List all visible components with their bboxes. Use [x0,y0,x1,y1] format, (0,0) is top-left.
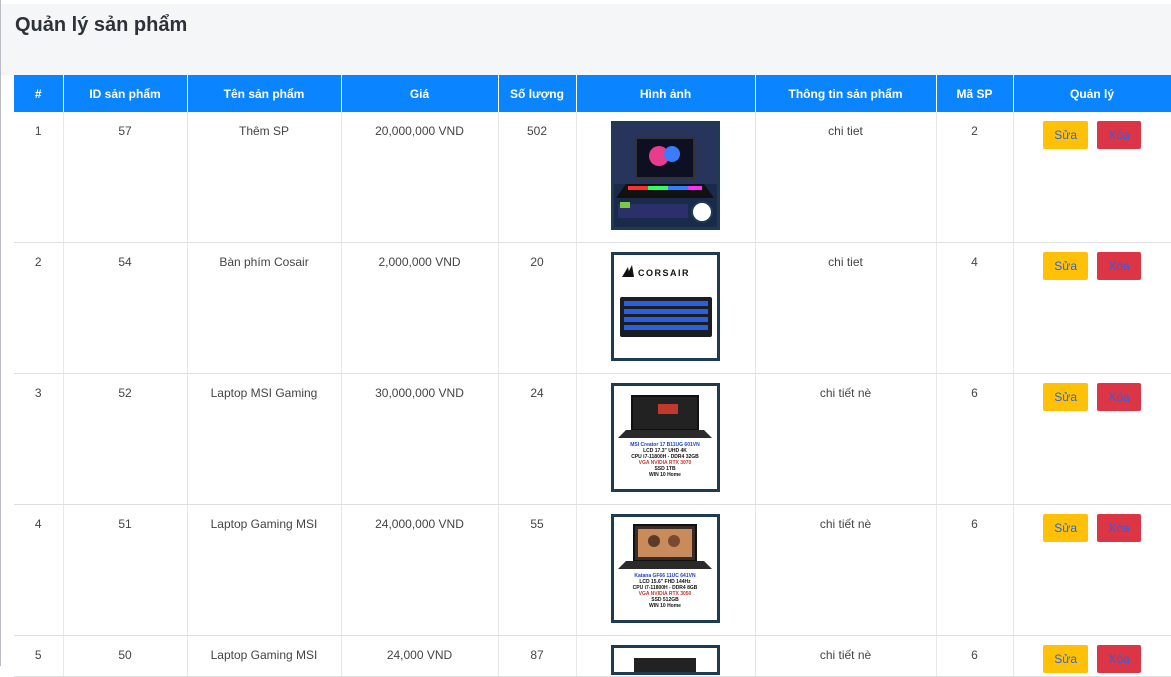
cell-info: chi tiết nè [755,635,937,677]
cell-code: 6 [936,373,1014,505]
cell-name: Laptop Gaming MSI [187,504,342,636]
col-header-code: Mã SP [936,75,1014,112]
delete-button[interactable]: Xóa [1097,514,1141,542]
cell-name: Laptop Gaming MSI [187,635,342,677]
cell-id: 50 [63,635,188,677]
cell-quantity: 502 [498,112,577,243]
cell-info: chi tiết nè [755,373,937,505]
page-header: Quản lý sản phẩm [1,4,1171,75]
delete-button[interactable]: Xóa [1097,121,1141,149]
cell-id: 54 [63,242,188,374]
cell-id: 57 [63,112,188,243]
cell-actions: Sửa Xóa [1013,242,1171,374]
cell-actions: Sửa Xóa [1013,373,1171,505]
col-header-image: Hình ảnh [576,75,756,112]
cell-price: 20,000,000 VND [341,112,499,243]
cell-actions: Sửa Xóa [1013,112,1171,243]
cell-image [576,635,756,677]
page-title: Quản lý sản phẩm [15,14,188,36]
corsair-logo-text: CORSAIR [638,268,690,278]
cell-name: Laptop MSI Gaming [187,373,342,505]
cell-id: 51 [63,504,188,636]
edit-button[interactable]: Sửa [1043,645,1088,673]
cell-price: 24,000 VND [341,635,499,677]
cell-price: 2,000,000 VND [341,242,499,374]
cell-image: MSI Creator 17 B11UG 601VN LCD 17.3" UHD… [576,373,756,505]
cell-index: 2 [14,242,64,374]
cell-name: Thêm SP [187,112,342,243]
cell-name: Bàn phím Cosair [187,242,342,374]
delete-button[interactable]: Xóa [1097,383,1141,411]
spec-line: WIN 10 Home [649,472,681,478]
col-header-id: ID sản phẩm [63,75,188,112]
table-row: 4 51 Laptop Gaming MSI 24,000,000 VND 55… [14,504,1171,636]
col-header-name: Tên sản phẩm [187,75,342,112]
product-table: # ID sản phẩm Tên sản phẩm Giá Số lượng … [14,75,1171,677]
table-row: 5 50 Laptop Gaming MSI 24,000 VND 87 chi… [14,635,1171,677]
cell-index: 5 [14,635,64,677]
cell-index: 4 [14,504,64,636]
cell-code: 6 [936,635,1014,677]
edit-button[interactable]: Sửa [1043,121,1088,149]
cell-actions: Sửa Xóa [1013,504,1171,636]
cell-code: 4 [936,242,1014,374]
cell-code: 2 [936,112,1014,243]
table-row: 3 52 Laptop MSI Gaming 30,000,000 VND 24… [14,373,1171,505]
cell-info: chi tiet [755,242,937,374]
table-row: 1 57 Thêm SP 20,000,000 VND 502 chi tiet… [14,112,1171,243]
product-image-gaming-laptop [611,121,720,230]
product-image-msi-creator-laptop: MSI Creator 17 B11UG 601VN LCD 17.3" UHD… [611,383,720,492]
edit-button[interactable]: Sửa [1043,514,1088,542]
edit-button[interactable]: Sửa [1043,252,1088,280]
delete-button[interactable]: Xóa [1097,645,1141,673]
cell-code: 6 [936,504,1014,636]
col-header-info: Thông tin sản phẩm [755,75,937,112]
cell-index: 3 [14,373,64,505]
cell-image: CORSAIR [576,242,756,374]
spec-line: WIN 10 Home [649,603,681,609]
cell-quantity: 24 [498,373,577,505]
col-header-quantity: Số lượng [498,75,577,112]
cell-quantity: 20 [498,242,577,374]
cell-price: 30,000,000 VND [341,373,499,505]
product-image-laptop [611,645,720,675]
col-header-manage: Quản lý [1013,75,1171,112]
cell-quantity: 87 [498,635,577,677]
col-header-price: Giá [341,75,499,112]
table-row: 2 54 Bàn phím Cosair 2,000,000 VND 20 CO… [14,242,1171,374]
left-border [0,0,1,666]
product-image-msi-katana-laptop: Katana GF66 11UC 641VN LCD 15.6" FHD 144… [611,514,720,623]
edit-button[interactable]: Sửa [1043,383,1088,411]
cell-price: 24,000,000 VND [341,504,499,636]
cell-index: 1 [14,112,64,243]
cell-quantity: 55 [498,504,577,636]
cell-id: 52 [63,373,188,505]
cell-info: chi tiet [755,112,937,243]
col-header-index: # [14,75,64,112]
cell-image: Katana GF66 11UC 641VN LCD 15.6" FHD 144… [576,504,756,636]
cell-image [576,112,756,243]
cell-actions: Sửa Xóa [1013,635,1171,677]
table-header-row: # ID sản phẩm Tên sản phẩm Giá Số lượng … [14,75,1171,112]
cell-info: chi tiết nè [755,504,937,636]
delete-button[interactable]: Xóa [1097,252,1141,280]
product-image-corsair-keyboard: CORSAIR [611,252,720,361]
